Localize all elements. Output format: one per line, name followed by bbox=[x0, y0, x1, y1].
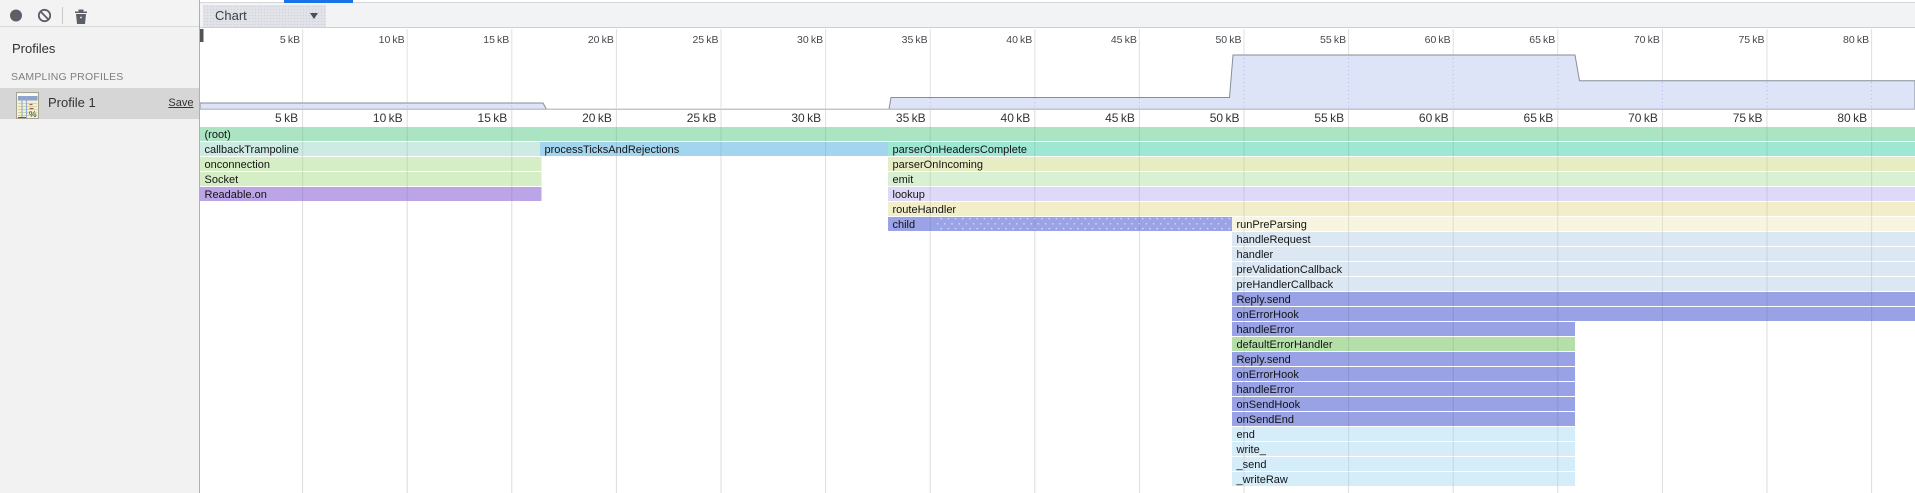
svg-text:10 kB: 10 kB bbox=[379, 34, 405, 46]
svg-text:parserOnHeadersComplete: parserOnHeadersComplete bbox=[893, 144, 1028, 156]
svg-text:40 kB: 40 kB bbox=[1006, 34, 1032, 46]
svg-text:15 kB: 15 kB bbox=[478, 111, 508, 125]
svg-text:15 kB: 15 kB bbox=[483, 34, 509, 46]
svg-text:handler: handler bbox=[1237, 249, 1274, 261]
svg-text:parserOnIncoming: parserOnIncoming bbox=[893, 159, 984, 171]
svg-text:preHandlerCallback: preHandlerCallback bbox=[1237, 279, 1334, 291]
svg-text:onErrorHook: onErrorHook bbox=[1237, 309, 1300, 321]
svg-text:handleRequest: handleRequest bbox=[1237, 234, 1311, 246]
svg-text:Readable.on: Readable.on bbox=[205, 189, 267, 201]
svg-text:routeHandler: routeHandler bbox=[893, 204, 957, 216]
svg-text:80 kB: 80 kB bbox=[1837, 111, 1867, 125]
svg-text:processTicksAndRejections: processTicksAndRejections bbox=[545, 144, 680, 156]
svg-text:Socket: Socket bbox=[205, 174, 239, 186]
svg-text:handleError: handleError bbox=[1237, 324, 1295, 336]
svg-text:%: % bbox=[29, 109, 37, 119]
svg-text:handleError: handleError bbox=[1237, 384, 1295, 396]
svg-text:35 kB: 35 kB bbox=[902, 34, 928, 46]
svg-text:preValidationCallback: preValidationCallback bbox=[1237, 264, 1343, 276]
svg-text:75 kB: 75 kB bbox=[1733, 111, 1763, 125]
svg-text:onErrorHook: onErrorHook bbox=[1237, 369, 1300, 381]
svg-text:70 kB: 70 kB bbox=[1634, 34, 1660, 46]
svg-text:60 kB: 60 kB bbox=[1419, 111, 1449, 125]
svg-text:lookup: lookup bbox=[893, 189, 925, 201]
svg-text:_send: _send bbox=[1236, 459, 1267, 471]
svg-text:80 kB: 80 kB bbox=[1843, 34, 1869, 46]
svg-text:55 kB: 55 kB bbox=[1320, 34, 1346, 46]
svg-text:5 kB: 5 kB bbox=[280, 34, 300, 46]
svg-text:45 kB: 45 kB bbox=[1111, 34, 1137, 46]
svg-text:onconnection: onconnection bbox=[205, 159, 270, 171]
svg-text:55 kB: 55 kB bbox=[1314, 111, 1344, 125]
svg-text:callbackTrampoline: callbackTrampoline bbox=[205, 144, 299, 156]
svg-text:30 kB: 30 kB bbox=[797, 34, 823, 46]
svg-text:70 kB: 70 kB bbox=[1628, 111, 1658, 125]
svg-text:20 kB: 20 kB bbox=[588, 34, 614, 46]
svg-text:30 kB: 30 kB bbox=[791, 111, 821, 125]
svg-text:65 kB: 65 kB bbox=[1529, 34, 1555, 46]
svg-text:defaultErrorHandler: defaultErrorHandler bbox=[1237, 339, 1333, 351]
svg-text:emit: emit bbox=[893, 174, 914, 186]
svg-text:50 kB: 50 kB bbox=[1210, 111, 1240, 125]
svg-text:onSendEnd: onSendEnd bbox=[1237, 414, 1295, 426]
svg-text:25 kB: 25 kB bbox=[687, 111, 717, 125]
svg-text:60 kB: 60 kB bbox=[1425, 34, 1451, 46]
svg-text:end: end bbox=[1237, 429, 1255, 441]
svg-text:runPreParsing: runPreParsing bbox=[1237, 219, 1307, 231]
svg-text:20 kB: 20 kB bbox=[582, 111, 612, 125]
svg-text:75 kB: 75 kB bbox=[1738, 34, 1764, 46]
svg-text:(root): (root) bbox=[205, 129, 231, 141]
svg-text:Reply.send: Reply.send bbox=[1237, 354, 1291, 366]
svg-text:child: child bbox=[893, 219, 916, 231]
svg-text:Reply.send: Reply.send bbox=[1237, 294, 1291, 306]
svg-text:5 kB: 5 kB bbox=[275, 111, 298, 125]
svg-text:write_: write_ bbox=[1236, 444, 1267, 456]
svg-text:_writeRaw: _writeRaw bbox=[1236, 474, 1288, 486]
svg-text:35 kB: 35 kB bbox=[896, 111, 926, 125]
svg-text:65 kB: 65 kB bbox=[1524, 111, 1554, 125]
svg-text:50 kB: 50 kB bbox=[1215, 34, 1241, 46]
svg-text:25 kB: 25 kB bbox=[692, 34, 718, 46]
svg-text:10 kB: 10 kB bbox=[373, 111, 403, 125]
svg-text:45 kB: 45 kB bbox=[1105, 111, 1135, 125]
svg-text:40 kB: 40 kB bbox=[1001, 111, 1031, 125]
svg-text:onSendHook: onSendHook bbox=[1237, 399, 1301, 411]
